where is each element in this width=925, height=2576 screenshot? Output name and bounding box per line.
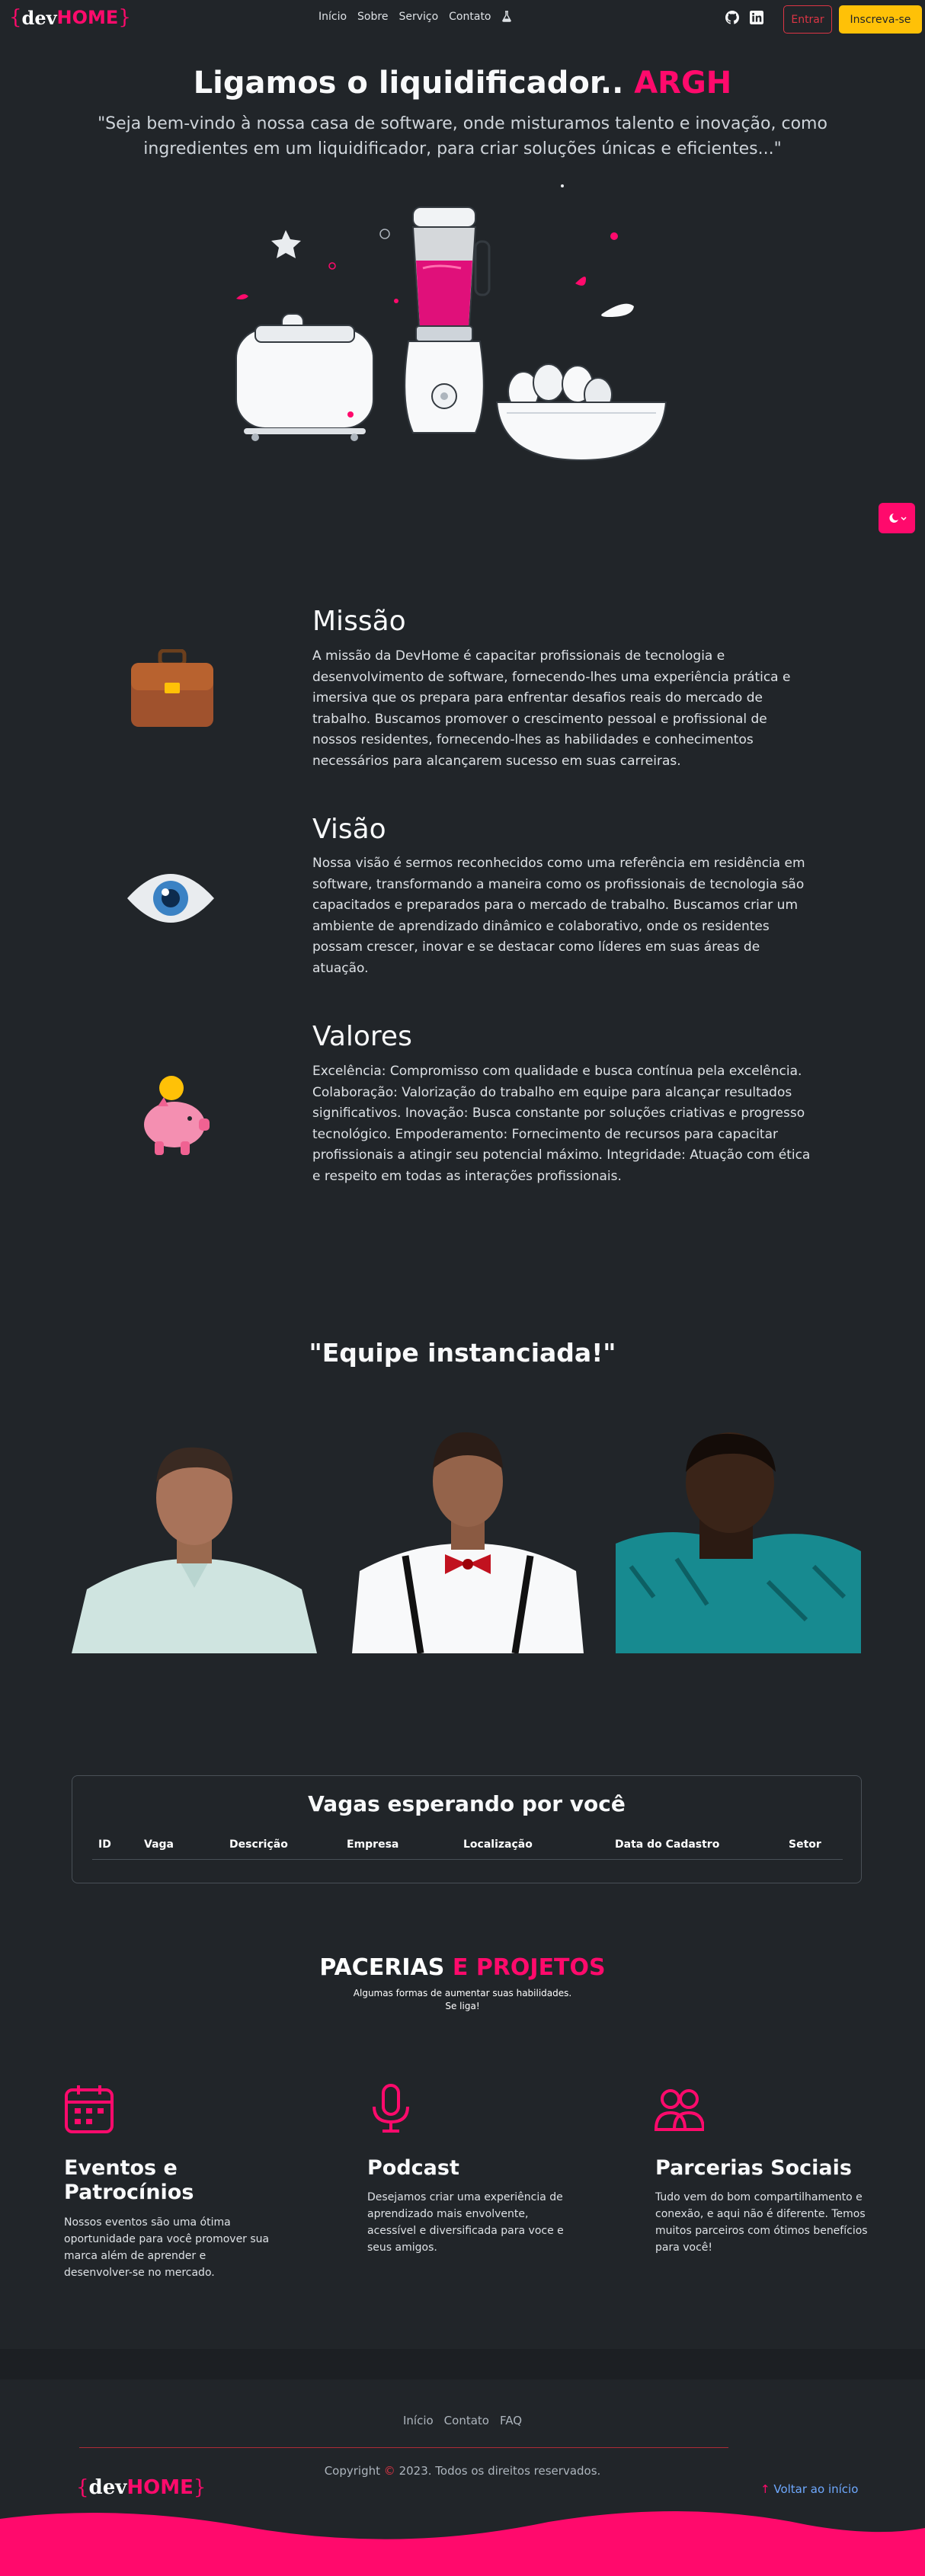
- footer-links: Início Contato FAQ: [0, 2414, 925, 2427]
- brand-dev-text: dev: [88, 2476, 127, 2499]
- piggy-bank-icon: [144, 1076, 210, 1155]
- hero-title: Ligamos o liquidificador.. ARGH: [0, 66, 925, 101]
- copyright-suffix: 2023. Todos os direitos reservados.: [398, 2464, 601, 2478]
- partners-title-accent: E PROJETOS: [452, 1954, 606, 1981]
- logo-brace-left: {: [76, 2476, 89, 2499]
- column-header-setor: Setor: [789, 1838, 821, 1851]
- navbar: { dev HOME } Início Sobre Serviço Contat…: [0, 0, 925, 40]
- people-icon: [654, 2089, 704, 2131]
- partners-title: PACERIAS E PROJETOS: [0, 1954, 925, 1981]
- feature-text: Tudo vem do bom compartilhamento e conex…: [655, 2191, 868, 2254]
- feature-title: Parcerias Sociais: [655, 2156, 852, 2180]
- feature-title: Podcast: [367, 2156, 459, 2180]
- team-member-photo: [352, 1411, 584, 1653]
- values-text: Excelência: Compromisso com qualidade e …: [312, 1064, 811, 1184]
- team-title: "Equipe instanciada!": [309, 1338, 616, 1368]
- brand-home-text: HOME: [126, 2476, 194, 2499]
- back-to-top-link[interactable]: ↑ Voltar ao início: [760, 2482, 858, 2496]
- login-button[interactable]: Entrar: [783, 5, 832, 34]
- arrow-up-icon: ↑: [760, 2482, 770, 2496]
- partners-subtitle-line2: Se liga!: [445, 2001, 480, 2011]
- partners-title-text: PACERIAS: [319, 1954, 445, 1981]
- brand-logo[interactable]: { dev HOME }: [9, 6, 131, 29]
- partners-subtitle-line1: Algumas formas de aumentar suas habilida…: [353, 1988, 572, 1998]
- nav-link-servico[interactable]: Serviço: [398, 11, 438, 25]
- copyright-prefix: Copyright: [324, 2464, 380, 2478]
- nav-links: Início Sobre Serviço Contato: [318, 11, 511, 25]
- brand-dev-text: dev: [21, 6, 57, 29]
- column-header-data-cadastro: Data do Cadastro: [615, 1838, 720, 1851]
- brand-home-text: HOME: [56, 7, 119, 28]
- nav-link-sobre[interactable]: Sobre: [357, 11, 388, 25]
- briefcase-icon: [131, 649, 213, 727]
- logo-brace-right: }: [193, 2476, 206, 2499]
- footer-link-inicio[interactable]: Início: [403, 2414, 434, 2427]
- feature-title: Eventos e Patrocínios: [64, 2156, 194, 2204]
- copyright-symbol: ©: [383, 2464, 395, 2478]
- vision-text: Nossa visão é sermos reconhecidos como u…: [312, 856, 805, 976]
- linkedin-icon[interactable]: [750, 11, 763, 24]
- footer-band: [0, 2349, 925, 2379]
- team-member-photo: [616, 1429, 861, 1653]
- eye-icon: [127, 874, 214, 923]
- calendar-icon: [65, 2085, 114, 2133]
- microphone-icon: [373, 2084, 409, 2133]
- footer-link-faq[interactable]: FAQ: [500, 2414, 522, 2427]
- moon-icon: [889, 514, 907, 523]
- column-header-id: ID: [98, 1838, 111, 1851]
- jobs-card: Vagas esperando por você ID Vaga Descriç…: [72, 1775, 862, 1883]
- hero-title-text: Ligamos o liquidificador..: [193, 66, 624, 101]
- footer-wave: [0, 2510, 925, 2576]
- social-links: [725, 11, 763, 24]
- hero-quote: "Seja bem-vindo à nossa casa de software…: [98, 114, 827, 158]
- github-icon[interactable]: [725, 11, 739, 24]
- nav-link-inicio[interactable]: Início: [318, 11, 347, 25]
- column-header-empresa: Empresa: [347, 1838, 399, 1851]
- values-title: Valores: [312, 1021, 412, 1052]
- column-header-descricao: Descrição: [229, 1838, 288, 1851]
- signup-button[interactable]: Inscreva-se: [839, 5, 922, 34]
- partners-subtitle: Algumas formas de aumentar suas habilida…: [0, 1987, 925, 2013]
- footer-link-contato[interactable]: Contato: [444, 2414, 489, 2427]
- jobs-table-header: ID Vaga Descrição Empresa Localização Da…: [92, 1838, 843, 1860]
- flask-icon[interactable]: [501, 11, 511, 25]
- team-member-photo: [72, 1429, 317, 1653]
- blender-illustration: [235, 184, 667, 462]
- footer-divider: [79, 2447, 728, 2448]
- mission-text: A missão da DevHome é capacitar profissi…: [312, 648, 791, 769]
- theme-toggle-button[interactable]: [879, 503, 915, 533]
- logo-brace-left: {: [9, 6, 22, 29]
- column-header-localizacao: Localização: [463, 1838, 533, 1851]
- vision-title: Visão: [312, 814, 386, 845]
- logo-brace-right: }: [118, 6, 131, 29]
- back-to-top-label: Voltar ao início: [773, 2482, 859, 2496]
- nav-link-contato[interactable]: Contato: [449, 11, 491, 25]
- feature-text: Desejamos criar uma experiência de apren…: [367, 2191, 564, 2254]
- footer-brand-logo[interactable]: { dev HOME }: [76, 2476, 206, 2499]
- mission-title: Missão: [312, 606, 406, 637]
- jobs-title: Vagas esperando por você: [308, 1791, 626, 1816]
- column-header-vaga: Vaga: [144, 1838, 174, 1851]
- feature-text: Nossos eventos são uma ótima oportunidad…: [64, 2216, 270, 2279]
- hero-title-accent: ARGH: [634, 66, 732, 101]
